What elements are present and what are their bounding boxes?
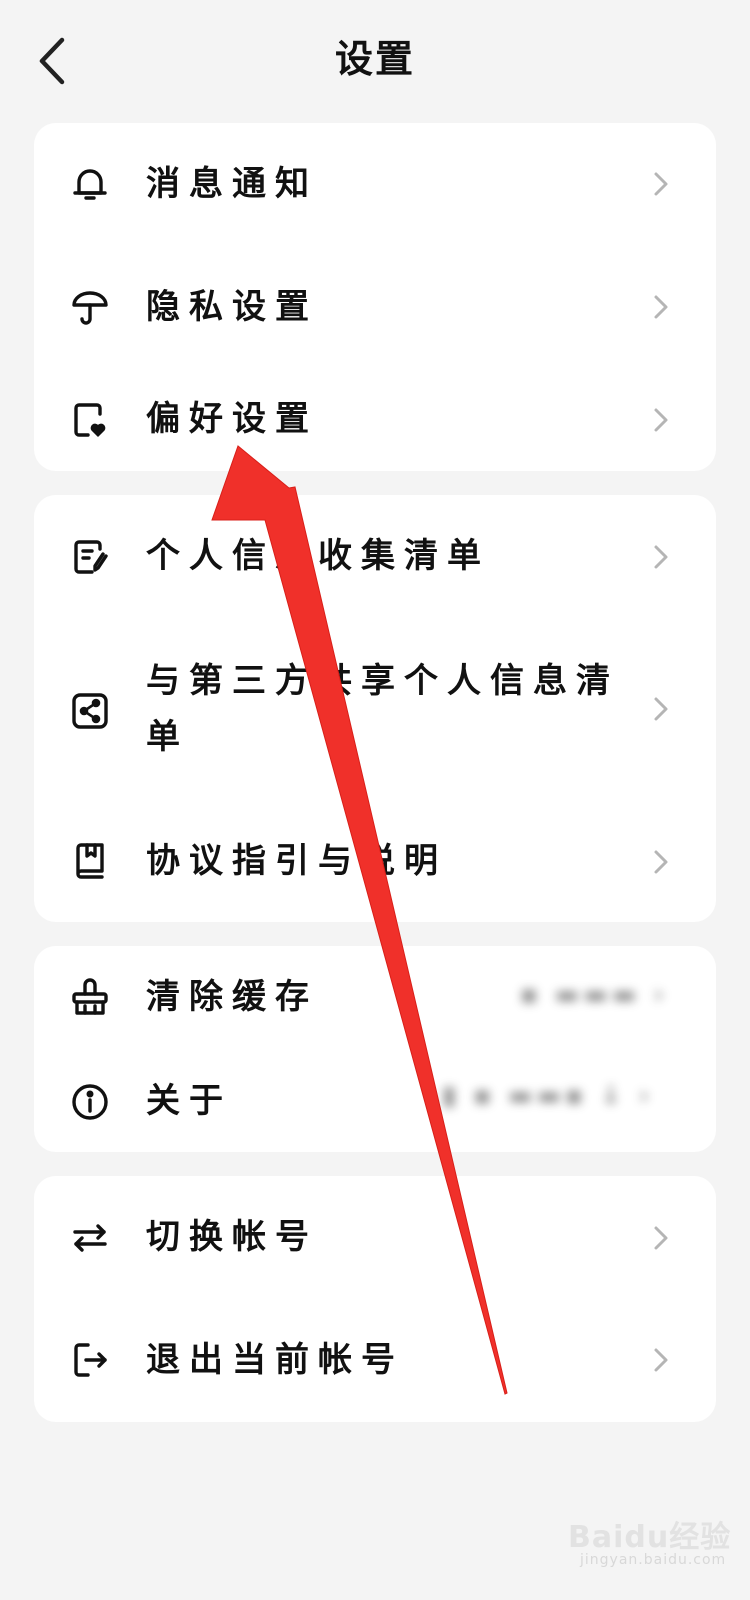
menu-item-label: 关于 xyxy=(146,1081,232,1121)
list-edit-icon xyxy=(68,535,112,579)
share-icon xyxy=(68,689,112,733)
settings-group-account: 切换帐号 退出当前帐号 xyxy=(34,1176,716,1422)
settings-group-general: 消息通知 隐私设置 偏好设置 xyxy=(34,123,716,471)
menu-item-preferences[interactable]: 偏好设置 xyxy=(34,367,716,471)
chevron-right-icon xyxy=(654,697,668,721)
page-title: 设置 xyxy=(334,37,415,81)
top-bar: 设置 xyxy=(0,0,750,110)
logout-icon xyxy=(68,1338,112,1382)
menu-item-notifications[interactable]: 消息通知 xyxy=(34,123,716,245)
chevron-right-icon xyxy=(654,1226,668,1250)
chevron-right-icon xyxy=(654,408,668,432)
menu-item-third-party-sharing-list[interactable]: 与第三方共享个人信息清单 xyxy=(34,617,716,801)
menu-item-label: 隐私设置 xyxy=(146,287,318,327)
bell-icon xyxy=(68,162,112,206)
info-icon xyxy=(68,1080,112,1124)
menu-item-label: 偏好设置 xyxy=(146,399,318,439)
menu-item-label: 与第三方共享个人信息清单 xyxy=(146,661,619,757)
menu-item-label: 协议指引与说明 xyxy=(146,841,447,881)
broom-icon xyxy=(68,976,112,1020)
menu-item-privacy[interactable]: 隐私设置 xyxy=(34,245,716,367)
baidu-jingyan-watermark: Baidu经验 jingyan.baidu.com xyxy=(568,1504,748,1584)
chevron-right-icon xyxy=(654,850,668,874)
menu-item-label: 消息通知 xyxy=(146,164,318,204)
menu-item-agreements-guide[interactable]: 协议指引与说明 xyxy=(34,801,716,922)
version-value-blurred: ▮ ▪ ▬▬▪ ↓ › xyxy=(442,1081,654,1111)
book-icon xyxy=(68,839,112,883)
menu-item-switch-account[interactable]: 切换帐号 xyxy=(34,1176,716,1298)
settings-group-privacy-info: 个人信息收集清单 与第三方共享个人信息清单 协议指引与说明 xyxy=(34,495,716,922)
swap-icon xyxy=(68,1216,112,1260)
chevron-right-icon xyxy=(654,1348,668,1372)
chevron-right-icon xyxy=(654,172,668,196)
chevron-right-icon xyxy=(654,295,668,319)
menu-item-logout[interactable]: 退出当前帐号 xyxy=(34,1298,716,1422)
menu-item-label: 清除缓存 xyxy=(146,977,318,1017)
chevron-right-icon xyxy=(654,545,668,569)
umbrella-icon xyxy=(68,285,112,329)
menu-item-label: 退出当前帐号 xyxy=(146,1340,404,1380)
menu-item-label: 切换帐号 xyxy=(146,1217,318,1257)
heart-card-icon xyxy=(68,398,112,442)
menu-item-clear-cache[interactable]: 清除缓存 ▪ ▬▬▬ › xyxy=(34,946,716,1049)
menu-item-about[interactable]: 关于 ▮ ▪ ▬▬▪ ↓ › xyxy=(34,1049,716,1152)
menu-item-personal-info-list[interactable]: 个人信息收集清单 xyxy=(34,495,716,617)
watermark-url: jingyan.baidu.com xyxy=(580,1552,727,1568)
settings-group-storage: 清除缓存 ▪ ▬▬▬ › 关于 ▮ ▪ ▬▬▪ ↓ › xyxy=(34,946,716,1152)
cache-size-value-blurred: ▪ ▬▬▬ › xyxy=(520,980,669,1010)
menu-item-label: 个人信息收集清单 xyxy=(146,536,490,576)
watermark-logo-text: Baidu经验 xyxy=(568,1520,732,1555)
